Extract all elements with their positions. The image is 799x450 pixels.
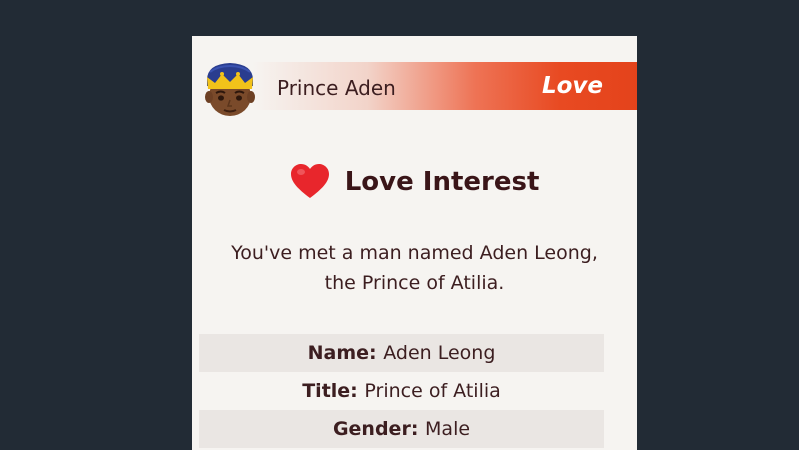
- details-key: Name:: [307, 342, 384, 364]
- details-key: Gender:: [332, 418, 426, 440]
- event-message-line-1: You've met a man named Aden Leong,: [231, 242, 598, 264]
- event-title-row: Love Interest: [192, 164, 637, 200]
- details-key: Title:: [302, 380, 365, 402]
- details-value: Male: [425, 418, 471, 440]
- character-name: Prince Aden: [277, 76, 396, 100]
- crowned-man-avatar-icon: [205, 63, 255, 116]
- details-value: Aden Leong: [383, 342, 496, 364]
- relationship-tag: Love: [541, 73, 603, 99]
- details-row-name: Name: Aden Leong: [199, 334, 604, 372]
- heart-icon: [290, 164, 329, 198]
- event-message-line-2: the Prince of Atilia.: [324, 272, 505, 294]
- character-header: Prince Aden Love: [192, 60, 637, 116]
- details-table: Name: Aden Leong Title: Prince of Atilia…: [199, 334, 604, 448]
- details-value: Prince of Atilia: [364, 380, 501, 402]
- event-title: Love Interest: [344, 167, 540, 197]
- love-interest-popup: Prince Aden Love Love Interest You've me…: [192, 36, 637, 450]
- details-row-title: Title: Prince of Atilia: [199, 372, 604, 410]
- details-row-gender: Gender: Male: [199, 410, 604, 448]
- event-message: You've met a man named Aden Leong, the P…: [192, 238, 637, 298]
